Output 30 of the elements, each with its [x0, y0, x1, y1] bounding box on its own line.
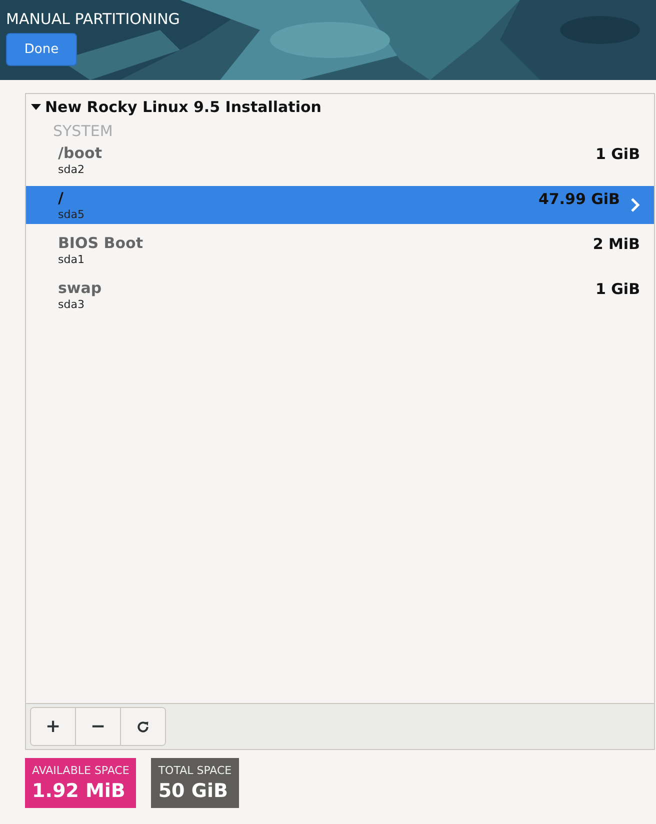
expander-icon — [31, 102, 41, 112]
mount-point: BIOS Boot — [58, 234, 144, 252]
device-name: sda2 — [58, 162, 86, 176]
chevron-icon — [630, 198, 640, 212]
partition-row[interactable]: BIOS Boot sda1 2 MiB — [26, 231, 654, 269]
device-name: sda5 — [58, 208, 86, 222]
space-label: AVAILABLE SPACE — [32, 764, 130, 778]
add-button[interactable]: + — [31, 708, 76, 745]
device-name: sda1 — [58, 252, 86, 266]
mount-point: / — [58, 188, 64, 208]
partition-size: 1 GiB — [595, 144, 640, 165]
device-name: sda3 — [58, 298, 86, 312]
space-value: 1.92 MiB — [32, 779, 126, 804]
partition-row[interactable]: / sda5 47.99 GiB — [26, 186, 654, 224]
mount-point: /boot — [58, 144, 103, 162]
page-title: MANUAL PARTITIONING — [6, 9, 180, 29]
space-value: 50 GiB — [158, 779, 229, 804]
installation-header[interactable]: New Rocky Linux 9.5 Installation — [26, 94, 654, 118]
partition-row[interactable]: /boot sda2 1 GiB — [26, 141, 654, 179]
refresh-icon — [136, 720, 150, 734]
section-label: SYSTEM — [53, 121, 113, 141]
done-button[interactable]: Done — [6, 33, 77, 66]
mount-point: swap — [58, 278, 103, 298]
partition-row[interactable]: swap sda3 1 GiB — [26, 276, 654, 314]
partition-size: 47.99 GiB — [538, 189, 620, 210]
refresh-button[interactable] — [121, 708, 165, 745]
space-label: TOTAL SPACE — [158, 764, 232, 778]
partition-size: 1 GiB — [595, 279, 640, 300]
partition-size: 2 MiB — [592, 234, 640, 255]
remove-button[interactable]: − — [76, 708, 121, 745]
